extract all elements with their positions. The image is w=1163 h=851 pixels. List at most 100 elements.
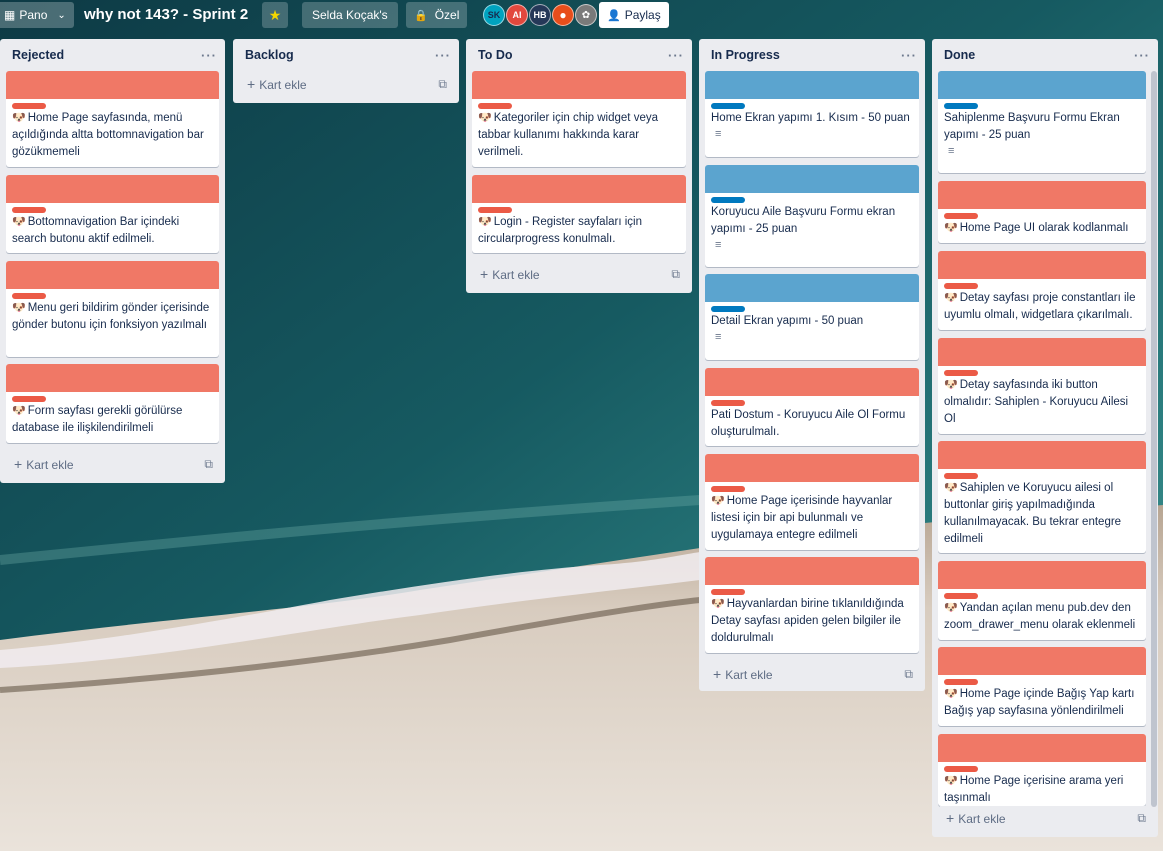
list-card[interactable]: 🐶 Hayvanlardan birine tıklanıldığında Det…	[705, 557, 919, 653]
more-options-icon[interactable]: ···	[435, 48, 451, 63]
card-title: Yandan açılan menu pub.dev den zoom_draw…	[944, 602, 1136, 631]
list-card[interactable]: 🐶 Bottomnavigation Bar içindeki search bu…	[6, 175, 219, 253]
list-card[interactable]: 🐶 Home Page sayfasında, menü açıldığında …	[6, 71, 219, 167]
share-button[interactable]: 👤 Paylaş	[599, 2, 669, 28]
more-options-icon[interactable]: ···	[1134, 48, 1150, 63]
dog-emoji-icon: 🐶	[478, 216, 492, 228]
list-card[interactable]: 🐶 Yandan açılan menu pub.dev den zoom_dra…	[938, 561, 1146, 640]
avatar[interactable]: ●	[552, 4, 574, 26]
visibility-button[interactable]: 🔒 Özel	[406, 2, 468, 28]
board-icon: ▦	[4, 8, 16, 22]
add-card-button[interactable]: + Kart ekle ⧉	[8, 452, 217, 476]
card-title: Hayvanlardan birine tıklanıldığında Deta…	[711, 598, 904, 644]
list-card[interactable]: 🐶 Login - Register sayfaları için circula…	[472, 175, 686, 253]
card-cover	[705, 274, 919, 302]
card-cover	[6, 364, 219, 392]
star-button[interactable]: ★	[262, 2, 288, 28]
description-icon: ≡	[715, 331, 722, 343]
lock-icon: 🔒	[414, 9, 428, 22]
add-card-button[interactable]: + Kart ekle ⧉	[707, 662, 917, 686]
card-cover	[938, 561, 1146, 589]
card-cover	[938, 251, 1146, 279]
avatar[interactable]: SK	[483, 4, 505, 26]
description-icon: ≡	[715, 239, 722, 251]
list-card[interactable]: 🐶 Home Page içinde Bağış Yap kartı Bağış …	[938, 647, 1146, 726]
avatar[interactable]: AI	[506, 4, 528, 26]
add-card-label: Kart ekle	[26, 458, 74, 472]
list-card[interactable]: 🐶 Detay sayfasında iki button olmalıdır: …	[938, 338, 1146, 434]
template-icon[interactable]: ⧉	[438, 77, 447, 92]
add-person-icon: 👤	[607, 9, 621, 22]
list-card[interactable]: 🐶 Home Page içerisinde hayvanlar listesi …	[705, 454, 919, 550]
card-title: Pati Dostum - Koruyucu Aile Ol Formu olu…	[711, 409, 906, 438]
plus-icon: +	[14, 456, 23, 472]
card-title: Home Page içinde Bağış Yap kartı Bağış y…	[944, 688, 1135, 717]
board-title[interactable]: why not 143? - Sprint 2	[78, 2, 254, 28]
avatar[interactable]: ✿	[575, 4, 597, 26]
card-title: Form sayfası gerekli görülürse database …	[12, 405, 183, 434]
list-in-progress: In Progress ··· Home Ekran yapımı 1. Kısı…	[699, 39, 925, 691]
list-title[interactable]: Backlog	[245, 48, 294, 62]
workspace-button[interactable]: Selda Koçak's	[302, 2, 398, 28]
card-title: Login - Register sayfaları için circular…	[478, 216, 642, 245]
star-icon: ★	[268, 6, 282, 23]
list-card[interactable]: Detail Ekran yapımı - 50 puan ≡	[705, 274, 919, 360]
card-title: Home Ekran yapımı 1. Kısım - 50 puan	[711, 112, 910, 124]
list-title[interactable]: Rejected	[12, 48, 64, 62]
template-icon[interactable]: ⧉	[204, 457, 213, 472]
list-card[interactable]: 🐶 Kategoriler için chip widget veya tabba…	[472, 71, 686, 167]
list-card[interactable]: 🐶 Sahiplen ve Koruyucu ailesi ol buttonla…	[938, 441, 1146, 553]
list-card[interactable]: 🐶 Home Page içerisine arama yeri taşınmal…	[938, 734, 1146, 806]
add-card-label: Kart ekle	[259, 78, 307, 92]
dog-emoji-icon: 🐶	[944, 775, 958, 787]
card-title: Home Page içerisinde hayvanlar listesi i…	[711, 495, 893, 541]
list-card[interactable]: 🐶 Home Page UI olarak kodlanmalı	[938, 181, 1146, 243]
dog-emoji-icon: 🐶	[944, 379, 958, 391]
card-cover	[472, 71, 686, 99]
template-icon[interactable]: ⧉	[671, 267, 680, 282]
add-card-button[interactable]: + Kart ekle ⧉	[241, 72, 451, 96]
list-title[interactable]: In Progress	[711, 48, 780, 62]
add-card-button[interactable]: + Kart ekle ⧉	[474, 262, 684, 286]
card-title: Home Page UI olarak kodlanmalı	[959, 222, 1129, 234]
chevron-down-icon: ⌄	[57, 9, 66, 21]
card-cover	[472, 175, 686, 203]
card-cover	[938, 71, 1146, 99]
list-card[interactable]: Koruyucu Aile Başvuru Formu ekran yapımı…	[705, 165, 919, 267]
card-title: Kategoriler için chip widget veya tabbar…	[478, 112, 658, 158]
list-card[interactable]: Pati Dostum - Koruyucu Aile Ol Formu olu…	[705, 368, 919, 446]
card-title: Detay sayfasında iki button olmalıdır: S…	[944, 379, 1129, 425]
more-options-icon[interactable]: ···	[901, 48, 917, 63]
avatar[interactable]: HB	[529, 4, 551, 26]
card-title: Menu geri bildirim gönder içerisinde gön…	[12, 302, 210, 331]
list-card[interactable]: Sahiplenme Başvuru Formu Ekran yapımı - …	[938, 71, 1146, 173]
add-card-button[interactable]: + Kart ekle ⧉	[940, 806, 1150, 830]
card-title: Sahiplenme Başvuru Formu Ekran yapımı - …	[944, 112, 1120, 141]
board-menu-button[interactable]: ▦ Pano ⌄	[0, 2, 74, 28]
workspace-label: Selda Koçak's	[312, 8, 388, 22]
card-cover	[705, 165, 919, 193]
template-icon[interactable]: ⧉	[904, 667, 913, 682]
list-card[interactable]: 🐶 Form sayfası gerekli görülürse database…	[6, 364, 219, 443]
list-card[interactable]: Home Ekran yapımı 1. Kısım - 50 puan ≡	[705, 71, 919, 157]
list-card[interactable]: 🐶 Menu geri bildirim gönder içerisinde gö…	[6, 261, 219, 357]
list-title[interactable]: To Do	[478, 48, 512, 62]
visibility-label: Özel	[434, 8, 460, 22]
list-backlog: Backlog ··· + Kart ekle ⧉	[233, 39, 459, 103]
more-options-icon[interactable]: ···	[668, 48, 684, 63]
card-cover	[705, 454, 919, 482]
add-card-label: Kart ekle	[958, 812, 1006, 826]
card-cover	[6, 71, 219, 99]
dog-emoji-icon: 🐶	[711, 598, 725, 610]
list-card[interactable]: 🐶 Detay sayfası proje constantları ile uy…	[938, 251, 1146, 330]
description-icon: ≡	[948, 145, 955, 157]
dog-emoji-icon: 🐶	[12, 216, 26, 228]
template-icon[interactable]: ⧉	[1137, 811, 1146, 826]
more-options-icon[interactable]: ···	[201, 48, 217, 63]
list-title[interactable]: Done	[944, 48, 975, 62]
card-cover	[938, 181, 1146, 209]
list-todo: To Do ··· 🐶 Kategoriler için chip widget v…	[466, 39, 692, 293]
card-title: Home Page sayfasında, menü açıldığında a…	[12, 112, 204, 158]
card-cover	[938, 338, 1146, 366]
list-scrollbar[interactable]	[1151, 71, 1157, 807]
